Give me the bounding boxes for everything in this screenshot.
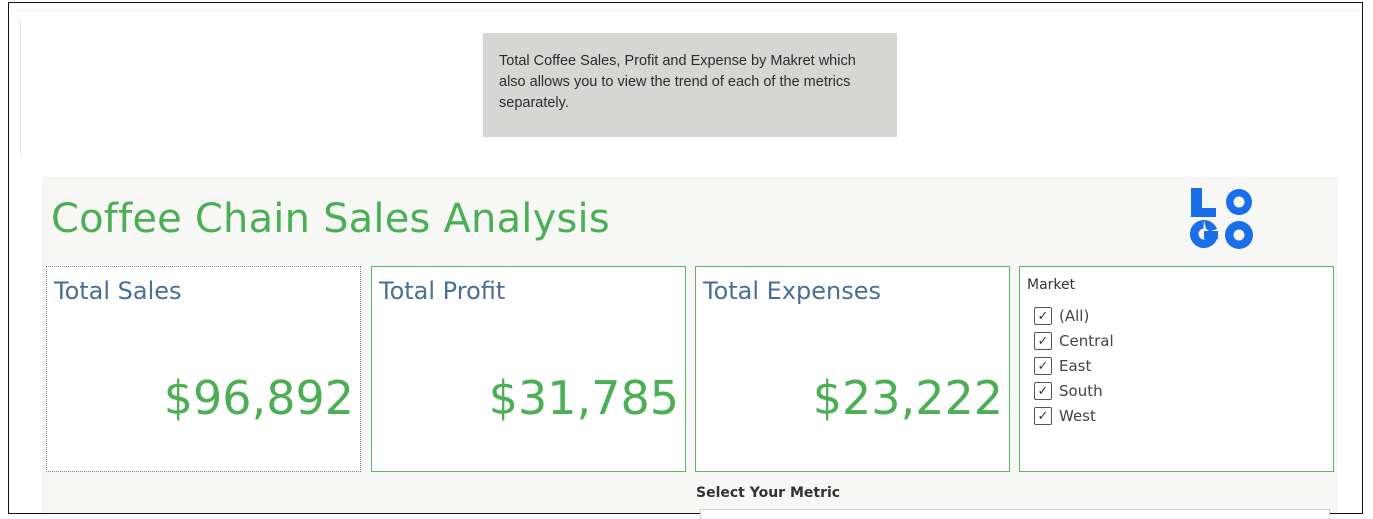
kpi-label: Total Profit (379, 277, 506, 305)
description-textbox: Total Coffee Sales, Profit and Expense b… (483, 33, 897, 137)
grid-guide-top (10, 10, 1360, 11)
filter-option-label: Central (1059, 331, 1114, 350)
kpi-card-total-profit[interactable]: Total Profit $31,785 (371, 266, 686, 472)
filter-option-label: East (1059, 356, 1092, 375)
filter-option-all[interactable]: ✓ (All) (1034, 303, 1114, 328)
filter-option-east[interactable]: ✓ East (1034, 353, 1114, 378)
checkbox-checked-icon[interactable]: ✓ (1034, 331, 1052, 350)
kpi-value: $96,892 (163, 371, 354, 425)
checkbox-checked-icon[interactable]: ✓ (1034, 406, 1052, 425)
kpi-card-total-expenses[interactable]: Total Expenses $23,222 (695, 266, 1010, 472)
kpi-value: $31,785 (488, 371, 679, 425)
checkbox-checked-icon[interactable]: ✓ (1034, 381, 1052, 400)
filter-option-label: West (1059, 406, 1096, 425)
checkbox-checked-icon[interactable]: ✓ (1034, 306, 1052, 325)
kpi-card-total-sales[interactable]: Total Sales $96,892 (46, 266, 361, 472)
kpi-label: Total Sales (54, 277, 182, 305)
filter-option-west[interactable]: ✓ West (1034, 403, 1114, 428)
logo-icon (1187, 186, 1257, 252)
checkbox-checked-icon[interactable]: ✓ (1034, 356, 1052, 375)
market-filter-title: Market (1027, 277, 1076, 293)
filter-option-south[interactable]: ✓ South (1034, 378, 1114, 403)
logo-graphic (1189, 188, 1253, 249)
market-filter-panel: Market ✓ (All) ✓ Central ✓ East ✓ South … (1019, 266, 1334, 472)
kpi-value: $23,222 (812, 371, 1003, 425)
filter-option-central[interactable]: ✓ Central (1034, 328, 1114, 353)
metric-selector-label: Select Your Metric (696, 485, 841, 501)
filter-option-label: South (1059, 381, 1103, 400)
filter-option-label: (All) (1059, 306, 1090, 325)
dashboard-title: Coffee Chain Sales Analysis (51, 196, 610, 242)
metric-selector-dropdown[interactable] (700, 509, 1330, 519)
market-filter-list: ✓ (All) ✓ Central ✓ East ✓ South ✓ West (1034, 303, 1114, 428)
kpi-label: Total Expenses (703, 277, 882, 305)
grid-guide-left (20, 20, 21, 155)
description-text: Total Coffee Sales, Profit and Expense b… (499, 53, 856, 111)
